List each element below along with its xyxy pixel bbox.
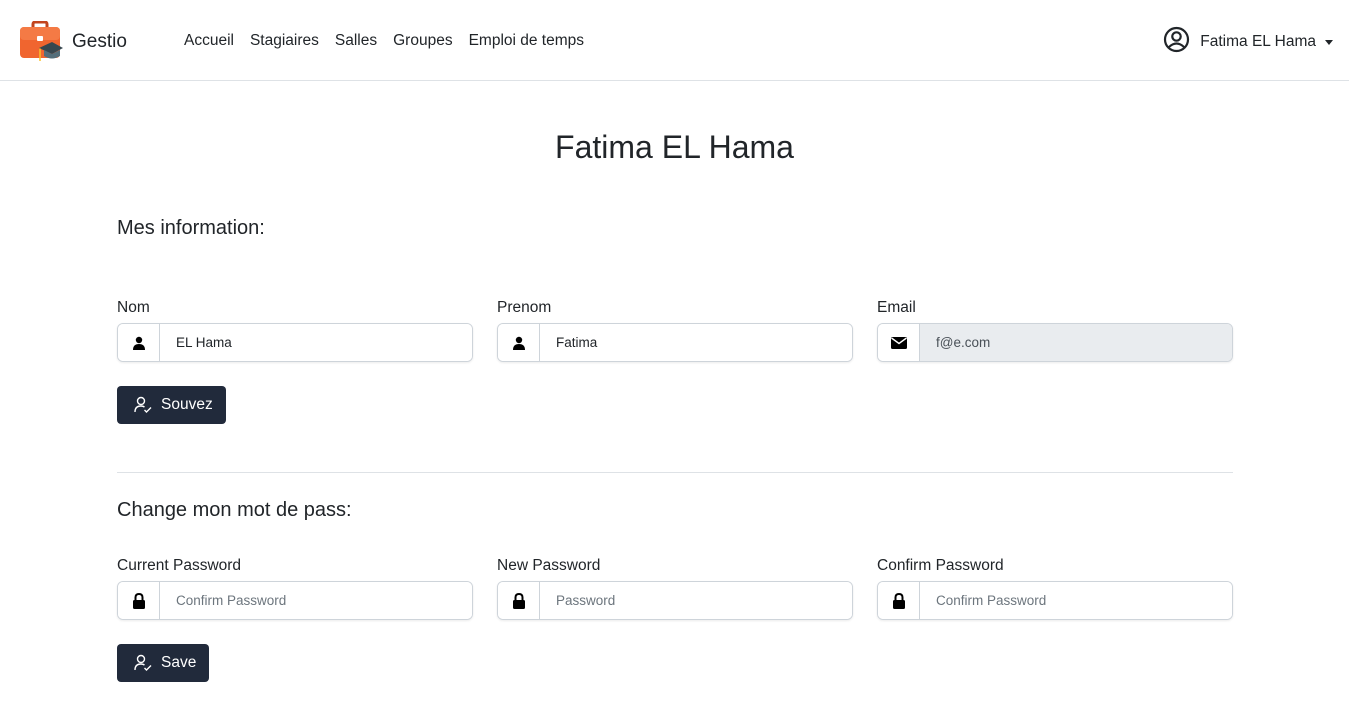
user-menu-dropdown[interactable]: Fatima EL Hama <box>1163 26 1333 58</box>
nav-link-accueil[interactable]: Accueil <box>176 29 242 53</box>
nom-input-group <box>117 323 473 362</box>
caret-down-icon <box>1325 40 1333 45</box>
user-icon <box>118 324 160 361</box>
confirm-password-field: Confirm Password <box>877 556 1233 620</box>
user-icon <box>498 324 540 361</box>
user-check-icon <box>134 396 152 414</box>
user-check-icon <box>134 654 152 672</box>
email-input-group <box>877 323 1233 362</box>
new-password-input-group <box>497 581 853 620</box>
nav-link-salles[interactable]: Salles <box>327 29 385 53</box>
navbar: Gestio Accueil Stagiaires Salles Groupes… <box>0 0 1349 81</box>
user-circle-icon <box>1163 26 1190 58</box>
confirm-password-input[interactable] <box>920 582 1232 619</box>
lock-icon <box>878 582 920 619</box>
briefcase-logo-icon <box>19 20 63 63</box>
envelope-icon <box>878 324 920 361</box>
current-password-input[interactable] <box>160 582 472 619</box>
brand[interactable]: Gestio <box>19 20 127 63</box>
nom-label: Nom <box>117 299 150 316</box>
nav-link-groupes[interactable]: Groupes <box>385 29 460 53</box>
prenom-label: Prenom <box>497 299 552 316</box>
lock-icon <box>118 582 160 619</box>
souvez-button[interactable]: Souvez <box>117 386 226 424</box>
nav-link-emploi-de-temps[interactable]: Emploi de temps <box>461 29 592 53</box>
nom-field: Nom <box>117 298 473 362</box>
prenom-input-group <box>497 323 853 362</box>
nom-input[interactable] <box>160 324 472 361</box>
page-title: Fatima EL Hama <box>555 129 794 165</box>
password-section-title: Change mon mot de pass: <box>117 499 352 521</box>
new-password-input[interactable] <box>540 582 852 619</box>
save-password-button[interactable]: Save <box>117 644 210 682</box>
email-input[interactable] <box>920 324 1232 361</box>
current-password-field: Current Password <box>117 556 473 620</box>
email-field: Email <box>877 298 1233 362</box>
new-password-label: New Password <box>497 557 601 574</box>
current-password-label: Current Password <box>117 557 242 574</box>
current-password-input-group <box>117 581 473 620</box>
lock-icon <box>498 582 540 619</box>
confirm-password-label: Confirm Password <box>877 557 1004 574</box>
info-section-title: Mes information: <box>117 217 265 239</box>
section-divider <box>117 472 1233 473</box>
save-button-label: Save <box>161 654 197 671</box>
user-name: Fatima EL Hama <box>1200 33 1316 50</box>
nav-links: Accueil Stagiaires Salles Groupes Emploi… <box>176 29 592 53</box>
nav-link-stagiaires[interactable]: Stagiaires <box>242 29 327 53</box>
confirm-password-input-group <box>877 581 1233 620</box>
email-label: Email <box>877 299 916 316</box>
souvez-button-label: Souvez <box>161 396 213 413</box>
prenom-input[interactable] <box>540 324 852 361</box>
prenom-field: Prenom <box>497 298 853 362</box>
brand-name: Gestio <box>72 31 127 52</box>
new-password-field: New Password <box>497 556 853 620</box>
